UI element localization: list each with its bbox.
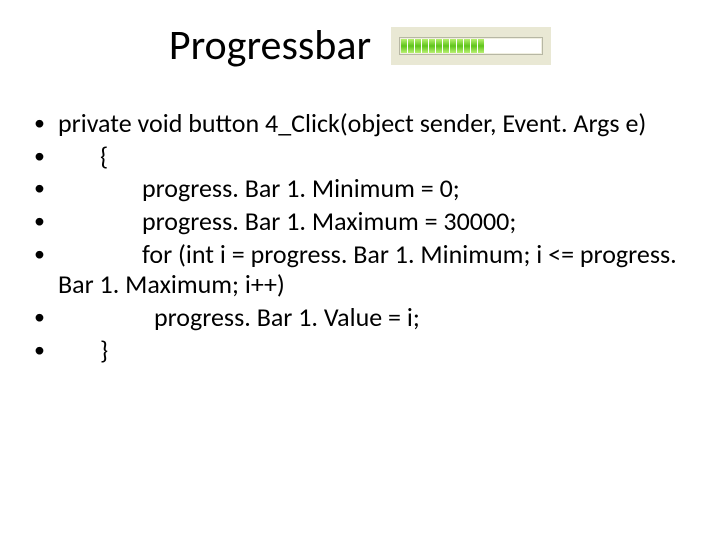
bullet-text: {	[58, 141, 686, 172]
progressbar-segment	[478, 39, 484, 53]
bullet-dot-icon: •	[34, 239, 58, 269]
bullet-item: • progress. Bar 1. Minimum = 0;	[34, 173, 686, 204]
progressbar-fill	[401, 39, 484, 53]
bullet-dot-icon: •	[34, 108, 58, 138]
progressbar-track	[399, 37, 543, 55]
bullet-item: • progress. Bar 1. Value = i;	[34, 302, 686, 333]
title-row: Progressbar	[0, 20, 720, 71]
bullet-text: progress. Bar 1. Maximum = 30000;	[58, 206, 686, 237]
progressbar-segment	[415, 39, 421, 53]
slide-title: Progressbar	[169, 20, 371, 71]
bullet-item: • private void button 4_Click(object sen…	[34, 108, 686, 139]
progressbar-segment	[464, 39, 470, 53]
bullet-item: • {	[34, 141, 686, 172]
bullet-dot-icon: •	[34, 141, 58, 171]
progressbar-segment	[408, 39, 414, 53]
bullet-text: private void button 4_Click(object sende…	[58, 108, 686, 139]
bullet-dot-icon: •	[34, 173, 58, 203]
body-text: • private void button 4_Click(object sen…	[34, 108, 686, 367]
bullet-text: }	[58, 335, 686, 366]
progressbar-segment	[422, 39, 428, 53]
progressbar-segment	[450, 39, 456, 53]
progressbar-widget-bg	[391, 27, 551, 65]
bullet-item: • progress. Bar 1. Maximum = 30000;	[34, 206, 686, 237]
progressbar-segment	[443, 39, 449, 53]
progressbar-segment	[401, 39, 407, 53]
progressbar-segment	[471, 39, 477, 53]
progressbar-segment	[436, 39, 442, 53]
bullet-item: • }	[34, 335, 686, 366]
bullet-text: progress. Bar 1. Value = i;	[58, 302, 686, 333]
bullet-dot-icon: •	[34, 335, 58, 365]
progressbar-segment	[457, 39, 463, 53]
bullet-dot-icon: •	[34, 302, 58, 332]
bullet-item: • for (int i = progress. Bar 1. Minimum;…	[34, 239, 686, 300]
bullet-text: for (int i = progress. Bar 1. Minimum; i…	[58, 239, 686, 300]
bullet-text: progress. Bar 1. Minimum = 0;	[58, 173, 686, 204]
progressbar-segment	[429, 39, 435, 53]
slide: Progressbar • private void button 4_Clic…	[0, 0, 720, 540]
bullet-dot-icon: •	[34, 206, 58, 236]
